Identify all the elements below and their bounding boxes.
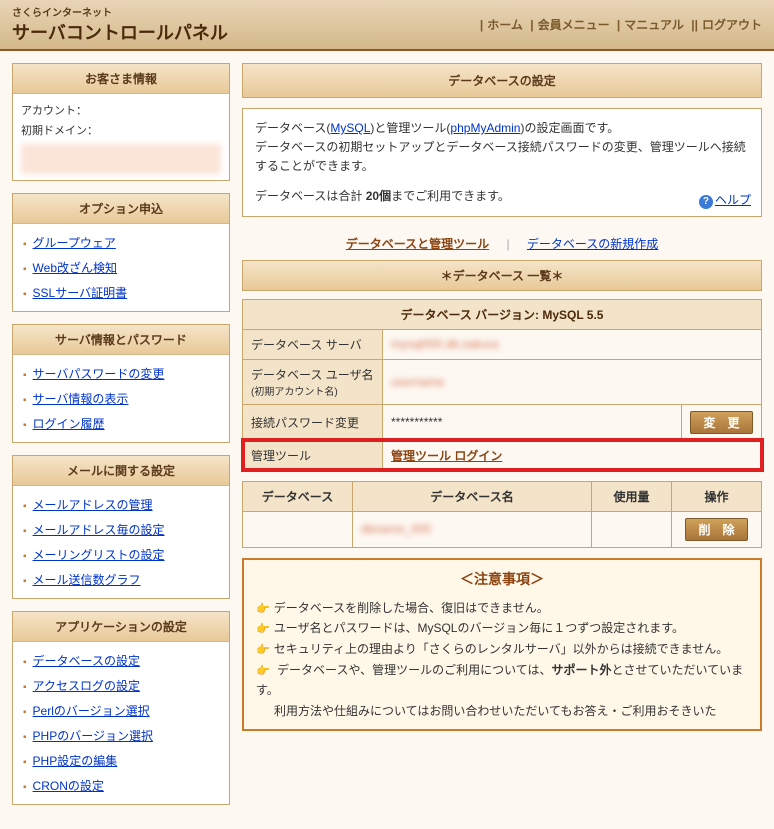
top-nav: |ホーム |会員メニュー |マニュアル ||ログアウト: [476, 16, 762, 33]
server-head: サーバ情報とパスワード: [13, 325, 229, 355]
sidebar-item[interactable]: SSLサーバ証明書: [33, 286, 128, 300]
col-use: 使用量: [592, 481, 672, 511]
db-list-table: データベース データベース名 使用量 操作 dbname_000 削 除: [242, 481, 762, 548]
db-list-head: ＊データベース 一覧＊: [242, 260, 762, 291]
redacted-text: dbname_000: [361, 522, 431, 536]
sidebar-item[interactable]: PHP設定の編集: [33, 754, 118, 768]
admin-tool-login-link[interactable]: 管理ツール ログイン: [391, 449, 502, 463]
sidebar-item[interactable]: メールアドレスの管理: [33, 498, 153, 512]
notice-item: データベースや、管理ツールのご利用については、サポート外とさせていただいています…: [256, 660, 748, 701]
nav-logout[interactable]: ログアウト: [702, 18, 762, 32]
nav-manual[interactable]: マニュアル: [624, 18, 684, 32]
account-label: アカウント：: [21, 100, 221, 120]
sidebar-item[interactable]: サーバ情報の表示: [33, 392, 129, 406]
db-server-label: データベース サーバ: [243, 329, 383, 359]
nav-member[interactable]: 会員メニュー: [538, 18, 610, 32]
option-head: オプション申込: [13, 194, 229, 224]
tab-row: データベースと管理ツール | データベースの新規作成: [242, 227, 762, 260]
db-version: データベース バージョン: MySQL 5.5: [243, 299, 762, 329]
page-title: データベースの設定: [242, 63, 762, 98]
customer-head: お客さま情報: [13, 64, 229, 94]
server-panel: サーバ情報とパスワード サーバパスワードの変更 サーバ情報の表示 ログイン履歴: [12, 324, 230, 443]
mail-head: メールに関する設定: [13, 456, 229, 486]
admin-tool-label: 管理ツール: [243, 440, 383, 470]
notice-item: セキュリティ上の理由より「さくらのレンタルサーバ」以外からは接続できません。: [256, 639, 748, 660]
domain-label: 初期ドメイン：: [21, 120, 221, 140]
sidebar-item[interactable]: グループウェア: [33, 236, 116, 250]
header-title: サーバコントロールパネル: [12, 19, 228, 45]
col-db: データベース: [243, 481, 353, 511]
redacted-text: mysql000.db.sakura: [391, 337, 498, 351]
change-pw-button[interactable]: 変 更: [690, 411, 752, 434]
sidebar-item[interactable]: メールアドレス毎の設定: [33, 523, 165, 537]
tab-current[interactable]: データベースと管理ツール: [346, 237, 489, 251]
sidebar-item[interactable]: メール送信数グラフ: [33, 573, 141, 587]
sidebar-item[interactable]: PHPのバージョン選択: [33, 729, 153, 743]
notice-truncated: 利用方法や仕組みについてはお問い合わせいただいてもお答え・ご利用おそきいた: [256, 701, 748, 721]
sidebar-item[interactable]: ログイン履歴: [33, 417, 105, 431]
sidebar-item[interactable]: データベースの設定: [33, 654, 140, 668]
col-op: 操作: [672, 481, 762, 511]
mysql-link[interactable]: MySQL: [330, 121, 370, 135]
notice-item: データベースを削除した場合、復旧はできません。: [256, 598, 748, 619]
db-user-label: データベース ユーザ名(初期アカウント名): [243, 359, 383, 404]
option-panel: オプション申込 グループウェア Web改ざん検知 SSLサーバ証明書: [12, 193, 230, 312]
sidebar-item[interactable]: Web改ざん検知: [33, 261, 117, 275]
sidebar-item[interactable]: アクセスログの設定: [33, 679, 140, 693]
sidebar-item[interactable]: サーバパスワードの変更: [33, 367, 165, 381]
redacted-text: username: [391, 375, 444, 389]
delete-button[interactable]: 削 除: [685, 518, 747, 541]
notice-box: ＜注意事項＞ データベースを削除した場合、復旧はできません。 ユーザ名とパスワー…: [242, 558, 762, 731]
notice-title: ＜注意事項＞: [256, 568, 748, 592]
help-link[interactable]: ヘルプ: [715, 193, 751, 207]
sidebar-item[interactable]: Perlのバージョン選択: [33, 704, 150, 718]
pw-label: 接続パスワード変更: [243, 404, 383, 440]
info-box: データベース(MySQL)と管理ツール(phpMyAdmin)の設定画面です。 …: [242, 108, 762, 217]
table-row: dbname_000 削 除: [243, 511, 762, 547]
app-panel: アプリケーションの設定 データベースの設定 アクセスログの設定 Perlのバージ…: [12, 611, 230, 805]
nav-home[interactable]: ホーム: [487, 18, 523, 32]
sidebar-item[interactable]: メーリングリストの設定: [33, 548, 165, 562]
col-name: データベース名: [353, 481, 592, 511]
redacted-area: [21, 144, 221, 174]
notice-item: ユーザ名とパスワードは、MySQLのバージョン毎に１つずつ設定されます。: [256, 618, 748, 639]
phpmyadmin-link[interactable]: phpMyAdmin: [450, 121, 520, 135]
tab-new-db[interactable]: データベースの新規作成: [527, 237, 658, 251]
db-limit: 20個: [366, 189, 391, 203]
help-icon: ?: [699, 195, 713, 209]
sidebar-item[interactable]: CRONの設定: [33, 779, 104, 793]
customer-panel: お客さま情報 アカウント： 初期ドメイン：: [12, 63, 230, 181]
header-subtitle: さくらインターネット: [12, 4, 228, 19]
mail-panel: メールに関する設定 メールアドレスの管理 メールアドレス毎の設定 メーリングリス…: [12, 455, 230, 599]
db-info-table: データベース バージョン: MySQL 5.5 データベース サーバ mysql…: [242, 299, 762, 471]
top-header: さくらインターネット サーバコントロールパネル |ホーム |会員メニュー |マニ…: [0, 0, 774, 51]
pw-value: ***********: [383, 404, 682, 440]
